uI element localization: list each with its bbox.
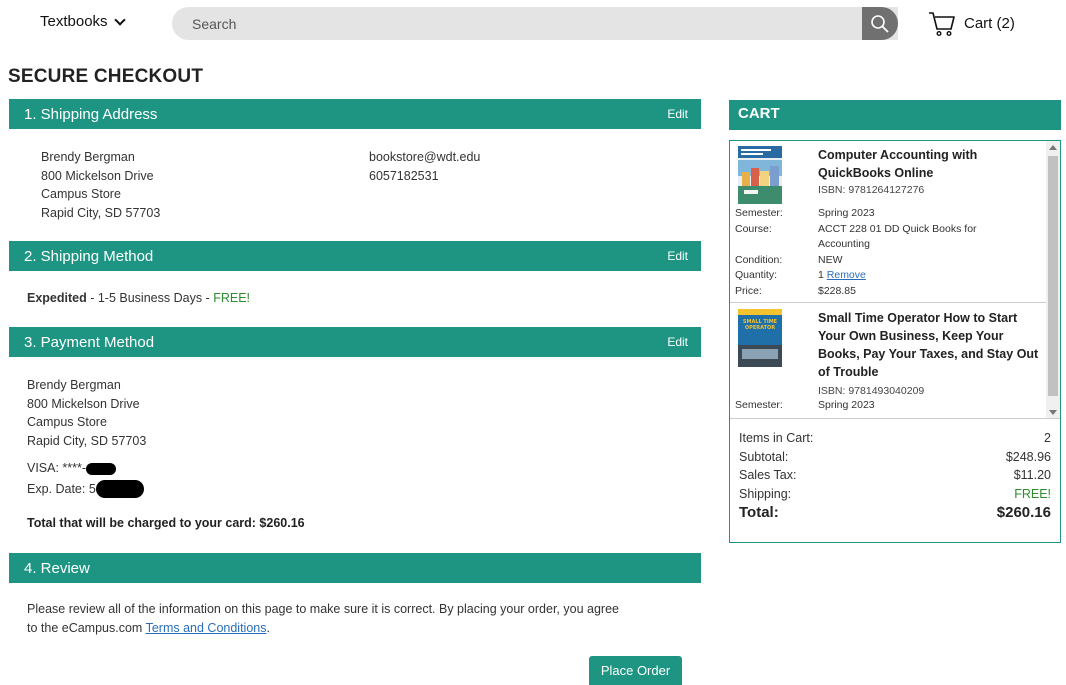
cart-items-list[interactable]: Computer Accounting with QuickBooks Onli… bbox=[730, 141, 1060, 419]
cart-header: CART bbox=[729, 100, 1061, 130]
payment-method-header: 3. Payment Method Edit bbox=[9, 327, 701, 357]
place-order-button[interactable]: Place Order bbox=[589, 656, 682, 685]
terms-and-conditions-link[interactable]: Terms and Conditions bbox=[146, 621, 267, 635]
cart-item-details: Semester: Spring 2023 bbox=[735, 398, 1035, 414]
review-period: . bbox=[266, 620, 270, 635]
review-line-2: to the eCampus.com bbox=[27, 620, 146, 635]
shipping-contact-block: bookstore@wdt.edu 6057182531 bbox=[369, 148, 480, 185]
semester-label: Semester: bbox=[735, 399, 783, 411]
divider bbox=[730, 302, 1046, 303]
review-header: 4. Review bbox=[9, 553, 701, 583]
quantity-label: Quantity: bbox=[735, 269, 778, 281]
textbooks-menu[interactable]: Textbooks bbox=[40, 13, 126, 30]
search-bar bbox=[172, 7, 898, 40]
summary-label: Items in Cart: bbox=[739, 431, 814, 445]
cart-panel: Computer Accounting with QuickBooks Onli… bbox=[729, 140, 1061, 543]
card-number-label: VISA: ****- bbox=[27, 461, 87, 475]
shipping-method-price: FREE! bbox=[213, 291, 250, 305]
shipping-method-text: Expedited - 1-5 Business Days - FREE! bbox=[27, 289, 250, 308]
shipping-address-block: Brendy Bergman 800 Mickelson Drive Campu… bbox=[41, 148, 160, 222]
cart-link[interactable]: Cart (2) bbox=[928, 9, 1015, 37]
edit-shipping-address-link[interactable]: Edit bbox=[667, 107, 688, 121]
section-title: 3. Payment Method bbox=[24, 333, 155, 351]
edit-payment-method-link[interactable]: Edit bbox=[667, 335, 688, 349]
search-input[interactable] bbox=[172, 7, 862, 40]
book-cover-image bbox=[738, 146, 782, 204]
book-cover-image: SMALL TIME OPERATOR bbox=[738, 309, 782, 367]
shipping-name: Brendy Bergman bbox=[41, 150, 135, 164]
page-title: SECURE CHECKOUT bbox=[8, 66, 204, 87]
items-in-cart-row: Items in Cart: 2 bbox=[739, 429, 1051, 448]
billing-line2: Campus Store bbox=[27, 415, 107, 429]
total-label: Total: bbox=[739, 504, 779, 521]
semester-value: Spring 2023 bbox=[818, 399, 875, 411]
cart-item-isbn: ISBN: 9781264127276 bbox=[818, 184, 925, 196]
exp-date-label: Exp. Date: 5 bbox=[27, 481, 96, 496]
shipping-phone: 6057182531 bbox=[369, 168, 439, 183]
scrollbar-thumb[interactable] bbox=[1048, 156, 1058, 396]
summary-value: FREE! bbox=[1014, 486, 1051, 501]
edit-shipping-method-link[interactable]: Edit bbox=[667, 249, 688, 263]
summary-value: 2 bbox=[1044, 431, 1051, 445]
sales-tax-row: Sales Tax: $11.20 bbox=[739, 466, 1051, 485]
course-value: ACCT 228 01 DD Quick Books for Accountin… bbox=[818, 222, 977, 251]
search-icon bbox=[871, 14, 889, 33]
cart-item-title[interactable]: Small Time Operator How to Start Your Ow… bbox=[818, 309, 1044, 381]
summary-value: $248.96 bbox=[1005, 449, 1051, 464]
total-value: $260.16 bbox=[996, 504, 1051, 521]
summary-label: Subtotal: bbox=[739, 449, 789, 464]
billing-address-block: Brendy Bergman 800 Mickelson Drive Campu… bbox=[27, 376, 146, 450]
shipping-line2: Campus Store bbox=[41, 187, 121, 201]
scroll-down-arrow-icon[interactable] bbox=[1049, 410, 1057, 415]
shipping-method-name: Expedited bbox=[27, 291, 87, 305]
price-value: $228.85 bbox=[818, 284, 856, 297]
scroll-up-arrow-icon[interactable] bbox=[1049, 145, 1057, 150]
cart-item-isbn: ISBN: 9781493040209 bbox=[818, 385, 925, 397]
semester-label: Semester: bbox=[735, 207, 783, 219]
review-text: Please review all of the information on … bbox=[27, 600, 697, 637]
quantity-value: 1 bbox=[818, 269, 824, 281]
shipping-street: 800 Mickelson Drive bbox=[41, 168, 154, 183]
billing-city: Rapid City, SD 57703 bbox=[27, 433, 147, 448]
total-charge-text: Total that will be charged to your card:… bbox=[27, 516, 305, 530]
section-title: 4. Review bbox=[24, 559, 90, 577]
cart-item-details: Semester: Spring 2023 Course: ACCT 228 01 … bbox=[735, 206, 1035, 306]
condition-value: NEW bbox=[818, 253, 843, 266]
price-label: Price: bbox=[735, 284, 762, 297]
chevron-down-icon bbox=[113, 13, 126, 26]
course-label: Course: bbox=[735, 222, 772, 235]
redaction-mark bbox=[86, 462, 117, 475]
summary-label: Sales Tax: bbox=[739, 468, 797, 482]
review-line-1: Please review all of the information on … bbox=[27, 602, 619, 616]
section-title: 1. Shipping Address bbox=[24, 105, 158, 123]
cart-scrollbar[interactable] bbox=[1046, 141, 1060, 418]
shipping-city: Rapid City, SD 57703 bbox=[41, 205, 161, 220]
cart-item-title[interactable]: Computer Accounting with QuickBooks Onli… bbox=[818, 146, 1044, 182]
section-title: 2. Shipping Method bbox=[24, 247, 154, 265]
redaction-mark bbox=[95, 480, 144, 499]
cover-title-line: OPERATOR bbox=[745, 325, 775, 331]
summary-label: Shipping: bbox=[739, 486, 792, 501]
cart-summary: Items in Cart: 2 Subtotal: $248.96 Sales T… bbox=[739, 429, 1051, 521]
textbooks-label: Textbooks bbox=[40, 13, 108, 30]
shipping-email: bookstore@wdt.edu bbox=[369, 150, 481, 164]
subtotal-row: Subtotal: $248.96 bbox=[739, 448, 1051, 467]
semester-value: Spring 2023 bbox=[818, 207, 875, 219]
billing-street: 800 Mickelson Drive bbox=[27, 396, 140, 411]
total-row: Total: $260.16 bbox=[739, 504, 1051, 521]
remove-item-link[interactable]: Remove bbox=[827, 269, 866, 281]
billing-name: Brendy Bergman bbox=[27, 378, 121, 392]
shipping-method-header: 2. Shipping Method Edit bbox=[9, 241, 701, 271]
condition-label: Condition: bbox=[735, 253, 783, 266]
shipping-address-header: 1. Shipping Address Edit bbox=[9, 99, 701, 129]
shipping-row: Shipping: FREE! bbox=[739, 485, 1051, 504]
card-info: VISA: ****- Exp. Date: 5 bbox=[27, 459, 144, 499]
search-button[interactable] bbox=[862, 7, 898, 40]
shipping-method-detail: - 1-5 Business Days - bbox=[86, 291, 214, 305]
cart-label: Cart (2) bbox=[964, 14, 1015, 32]
top-navigation: Textbooks Cart (2) bbox=[0, 0, 1066, 46]
summary-value: $11.20 bbox=[1013, 468, 1051, 482]
shopping-cart-icon bbox=[929, 12, 955, 37]
